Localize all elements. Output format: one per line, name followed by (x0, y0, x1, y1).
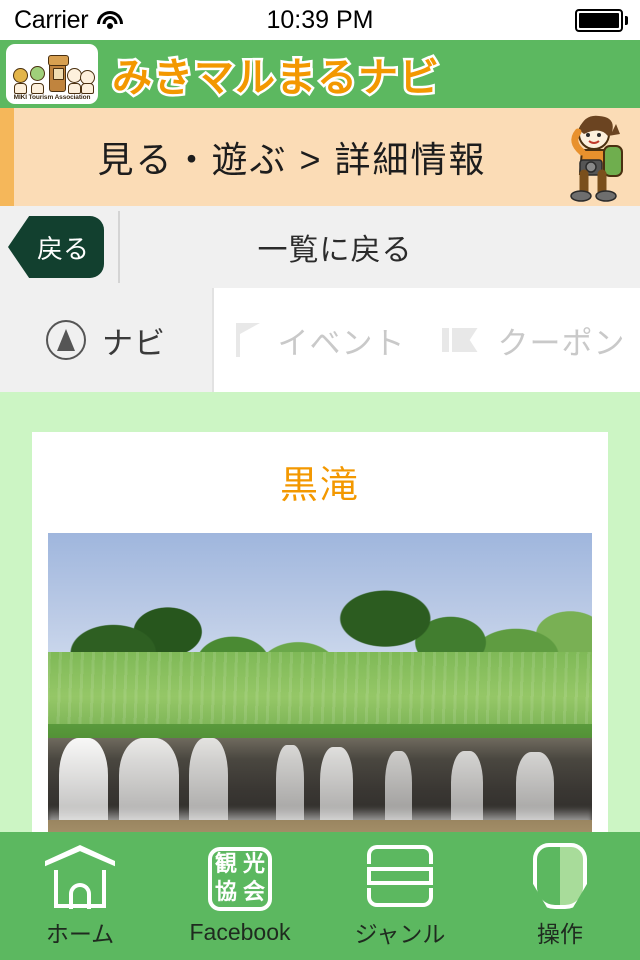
app-header: MIKI Tourism Association みきマルまるナビ (0, 40, 640, 108)
nav-item-operation[interactable]: 操作 (480, 832, 640, 960)
tab-coupon-label: クーポン (497, 325, 626, 361)
tab-navi-label: ナビ (102, 325, 166, 361)
breadcrumb-text: 見る・遊ぶ > 詳細情報 (97, 139, 487, 180)
mascot-3 (67, 68, 82, 94)
young-leaf-icon (523, 843, 597, 909)
tourism-association-stamp-icon: 観光 協会 (203, 846, 277, 913)
detail-card: 黒滝 (32, 432, 608, 863)
status-bar-time: 10:39 PM (266, 5, 374, 34)
mascot-1 (13, 68, 28, 94)
logo-mascots (9, 54, 95, 94)
tab-event-label: イベント (277, 325, 406, 361)
miki-tourism-logo[interactable]: MIKI Tourism Association (6, 44, 98, 104)
tab-navi[interactable]: ナビ (0, 288, 212, 392)
list-bars-icon (363, 843, 437, 909)
hiker-character-icon (570, 115, 623, 202)
back-button[interactable]: 戻る (8, 216, 104, 278)
page-title: 黒滝 (279, 465, 360, 507)
back-row: 戻る 一覧に戻る (0, 206, 640, 288)
mascot-2 (30, 66, 45, 94)
nav-item-genre[interactable]: ジャンル (320, 832, 480, 960)
tab-bar: ナビ イベント クーポン (0, 288, 640, 392)
nav-operation-label: 操作 (537, 921, 583, 947)
app-title: みきマルまるナビ (110, 53, 442, 104)
mascot-4 (80, 70, 95, 94)
tab-coupon[interactable]: クーポン (427, 288, 640, 392)
nav-item-home[interactable]: ホーム (0, 832, 160, 960)
status-bar: Carrier 10:39 PM (0, 0, 640, 40)
nav-facebook-label: Facebook (189, 918, 291, 945)
ticket-icon (441, 328, 482, 352)
mailbox-mascot-icon (48, 55, 69, 92)
content-area: 黒滝 (0, 392, 640, 863)
waterfall-photo[interactable] (48, 533, 592, 863)
back-to-list-label[interactable]: 一覧に戻る (120, 225, 640, 269)
flag-icon (235, 323, 262, 357)
photo-container[interactable] (48, 533, 592, 863)
nav-genre-label: ジャンル (354, 921, 446, 947)
navigation-arrow-icon (46, 320, 86, 360)
logo-caption: MIKI Tourism Association (13, 94, 91, 101)
tab-event[interactable]: イベント (214, 288, 427, 392)
app-screen: Carrier 10:39 PM MIKI Tourism Associatio… (0, 0, 640, 960)
bottom-nav: ホーム 観光 協会 Facebook ジャンル 操作 (0, 832, 640, 960)
nav-home-label: ホーム (45, 921, 115, 947)
nav-item-facebook[interactable]: 観光 協会 Facebook (160, 832, 320, 960)
home-icon (43, 843, 117, 909)
breadcrumb: 見る・遊ぶ > 詳細情報 (0, 108, 640, 206)
